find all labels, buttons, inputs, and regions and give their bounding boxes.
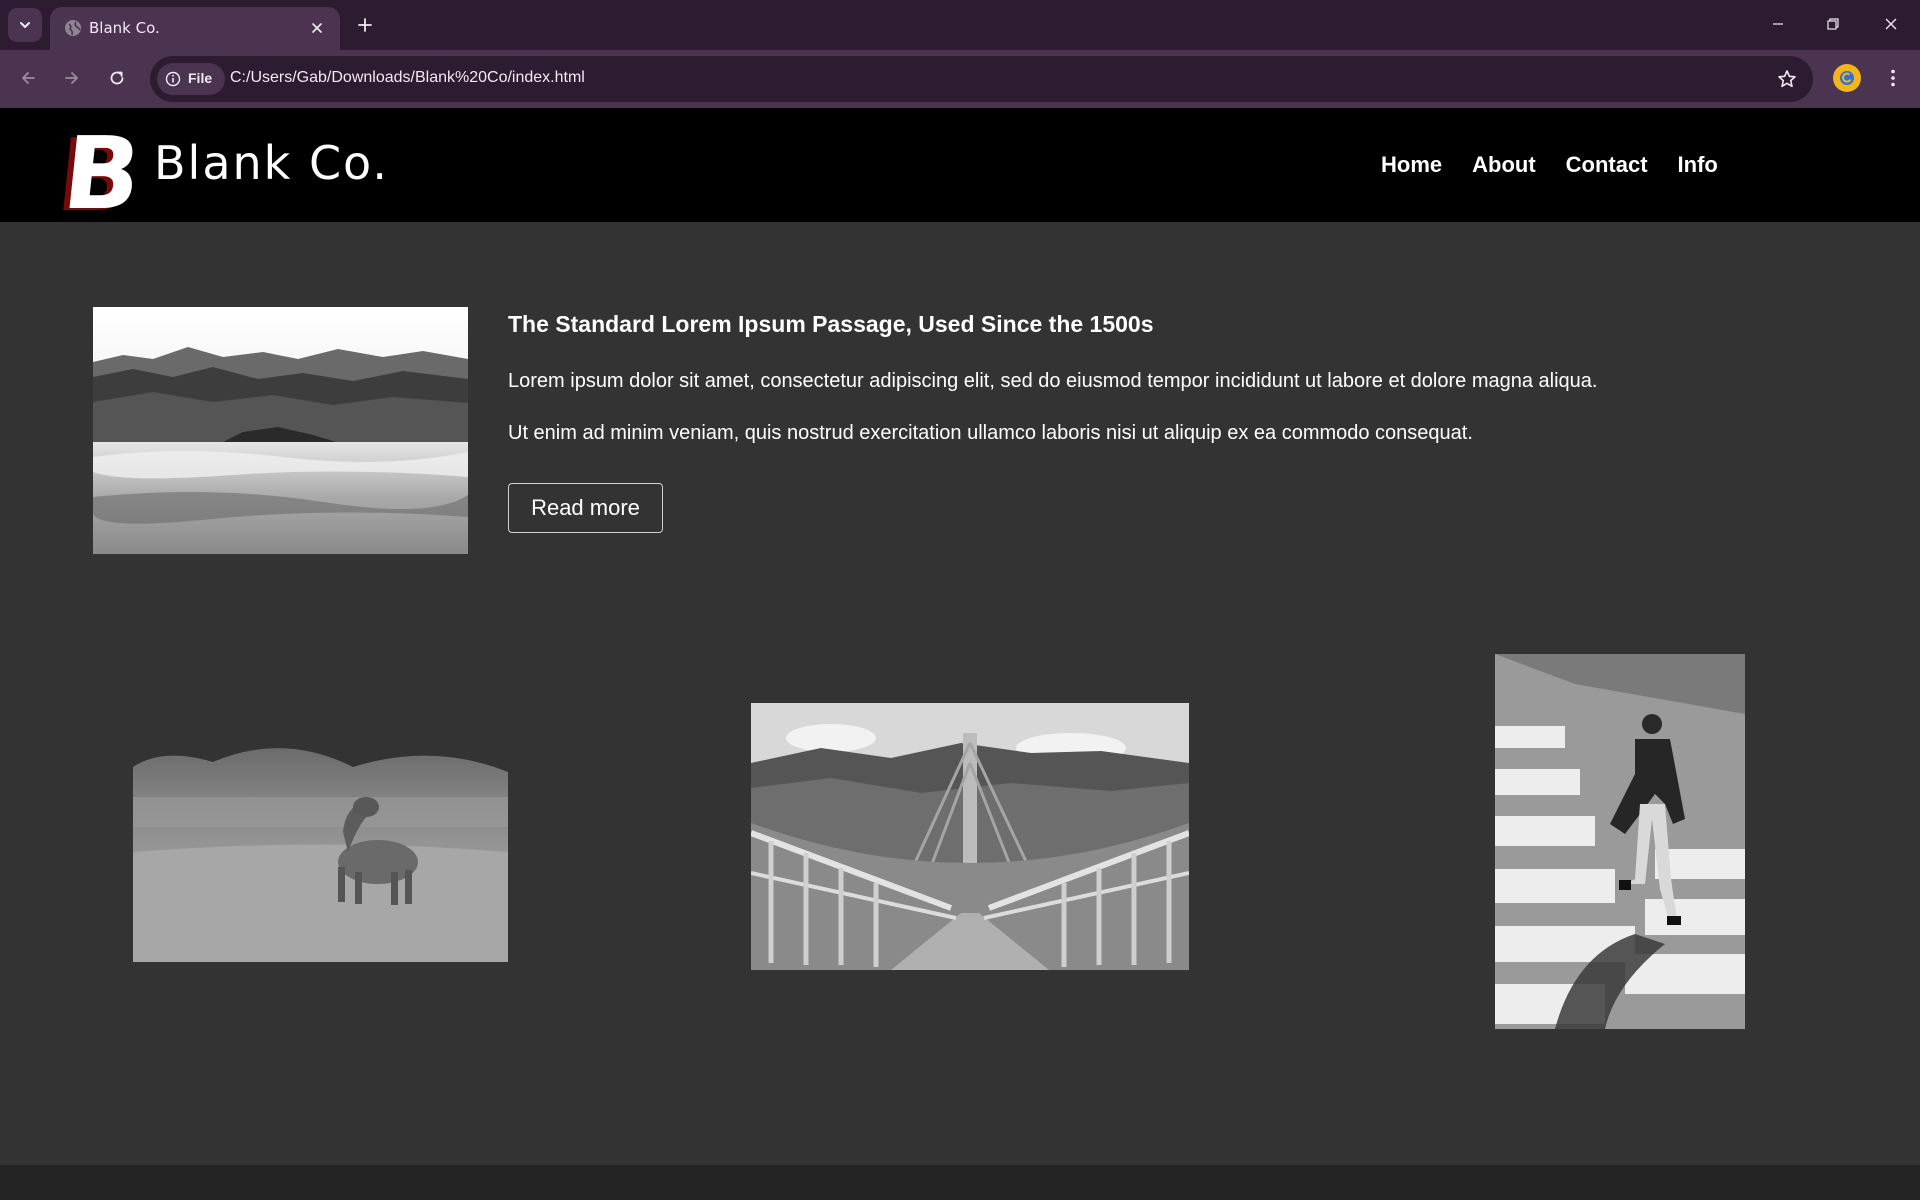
extension-icon	[1840, 71, 1854, 85]
back-arrow-icon	[22, 72, 35, 84]
tab-search-button[interactable]	[8, 8, 42, 42]
forward-button[interactable]	[56, 62, 88, 94]
plus-icon	[358, 18, 372, 32]
extension-button[interactable]	[1833, 64, 1861, 92]
tab-strip: Blank Co.	[0, 0, 1920, 50]
feature-paragraph: Ut enim ad minim veniam, quis nostrud ex…	[508, 422, 1473, 444]
brand-logo[interactable]: B B	[60, 116, 135, 216]
minimize-icon	[1773, 23, 1783, 25]
nav-info[interactable]: Info	[1678, 152, 1718, 178]
site-header: B B Blank Co. Home About Contact Info	[0, 108, 1920, 222]
nav-contact[interactable]: Contact	[1566, 152, 1648, 178]
site-chip-label: File	[188, 70, 213, 86]
new-tab-button[interactable]	[352, 12, 378, 38]
gallery-image-bridge	[751, 703, 1189, 970]
kebab-menu-icon	[1891, 69, 1895, 87]
close-tab-button[interactable]	[306, 17, 328, 39]
browser-menu-button[interactable]	[1878, 62, 1908, 94]
info-icon	[165, 71, 181, 87]
close-icon	[312, 23, 322, 33]
browser-toolbar: File C:/Users/Gab/Downloads/Blank%20Co/i…	[0, 50, 1920, 108]
star-icon	[1778, 70, 1796, 88]
gallery-image-dog	[133, 712, 508, 962]
bookmark-button[interactable]	[1775, 67, 1799, 91]
main-nav: Home About Contact Info	[1381, 152, 1718, 178]
chevron-down-icon	[20, 22, 30, 28]
read-more-button[interactable]: Read more	[508, 483, 663, 533]
reload-icon	[110, 71, 124, 85]
restore-button[interactable]	[1813, 8, 1853, 40]
active-tab[interactable]: Blank Co.	[50, 7, 340, 50]
tab-title: Blank Co.	[89, 19, 160, 37]
feature-image-mountains	[93, 307, 468, 554]
minimize-button[interactable]	[1758, 8, 1798, 40]
brand-name: Blank Co.	[154, 136, 390, 190]
globe-icon	[65, 20, 81, 36]
site-info-chip[interactable]: File	[157, 63, 225, 95]
back-button[interactable]	[12, 62, 44, 94]
reload-button[interactable]	[101, 62, 133, 94]
nav-home[interactable]: Home	[1381, 152, 1442, 178]
feature-title: The Standard Lorem Ipsum Passage, Used S…	[508, 311, 1154, 337]
address-bar[interactable]: File C:/Users/Gab/Downloads/Blank%20Co/i…	[150, 56, 1813, 102]
gallery-image-crosswalk	[1495, 654, 1745, 1029]
page-footer	[0, 1165, 1920, 1200]
restore-icon	[1827, 18, 1839, 30]
nav-about[interactable]: About	[1472, 152, 1536, 178]
forward-arrow-icon	[65, 72, 78, 84]
url-text[interactable]: C:/Users/Gab/Downloads/Blank%20Co/index.…	[230, 69, 585, 87]
feature-paragraph: Lorem ipsum dolor sit amet, consectetur …	[508, 370, 1598, 392]
close-window-button[interactable]	[1871, 8, 1911, 40]
logo-letter: B	[60, 116, 135, 216]
close-icon	[1885, 18, 1897, 30]
